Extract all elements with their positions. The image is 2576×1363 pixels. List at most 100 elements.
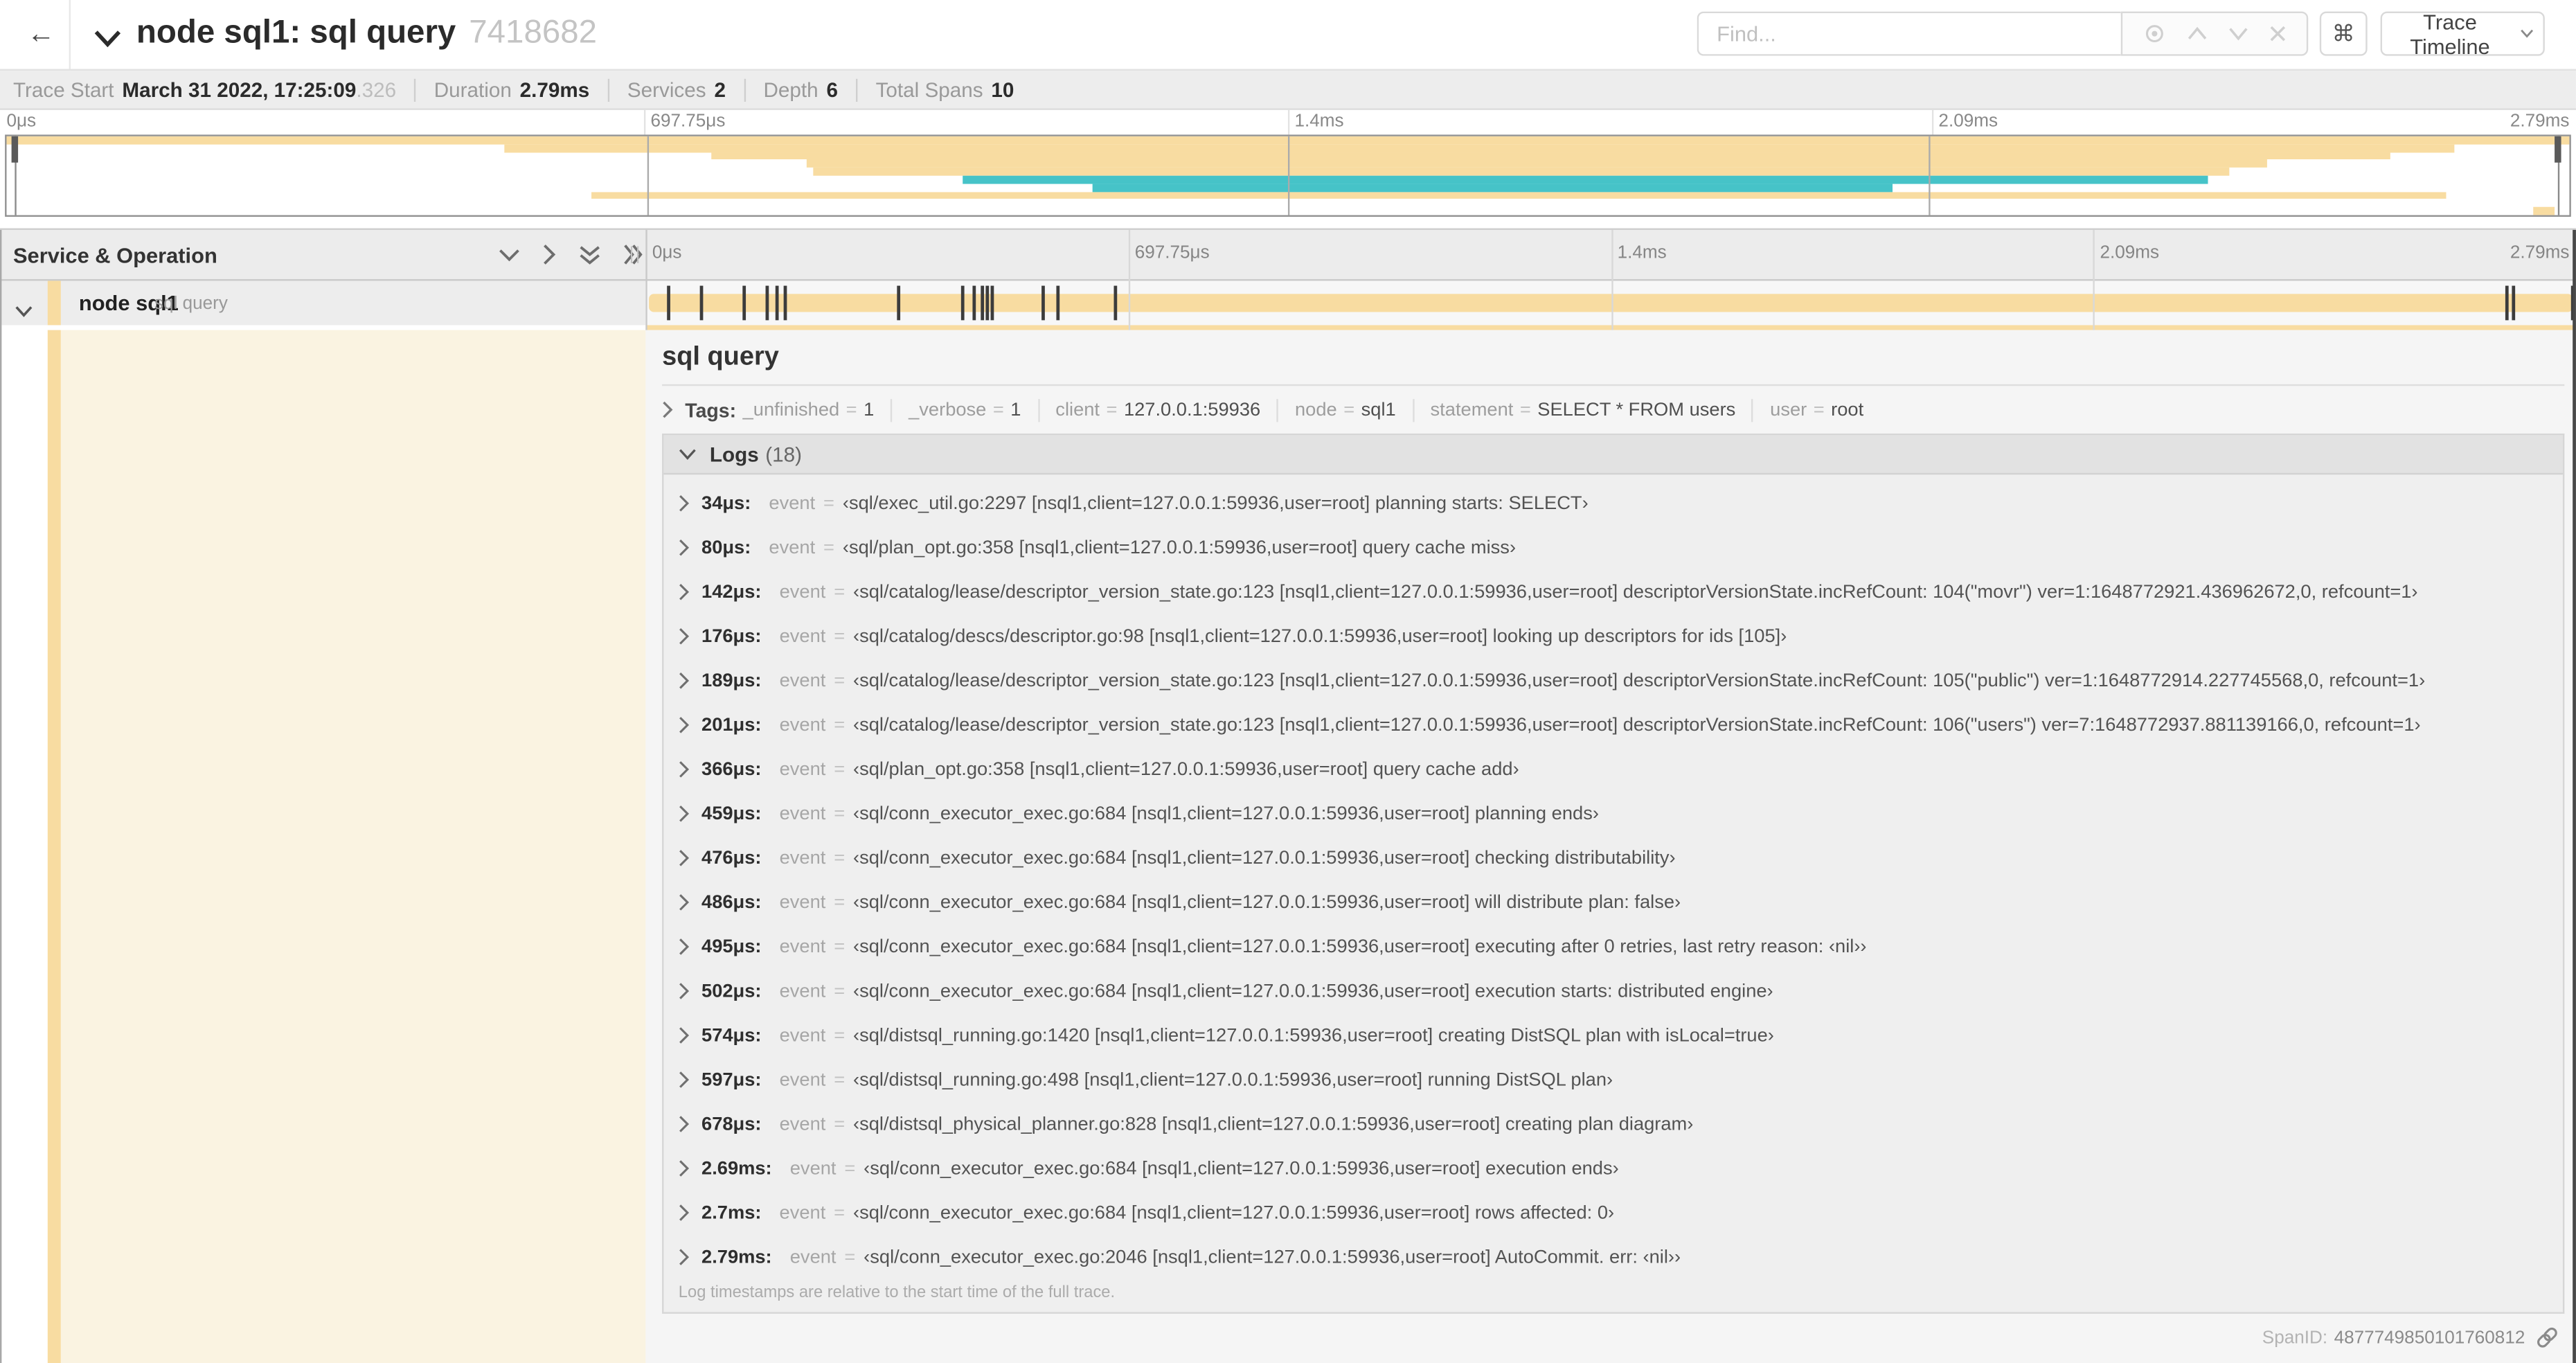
trace-view-selector-button[interactable]: Trace Timeline	[2380, 9, 2545, 58]
log-field-value: ‹sql/exec_util.go:2297 [nsql1,client=127…	[842, 493, 1589, 513]
log-row[interactable]: 2.69ms: event = ‹sql/conn_executor_exec.go:…	[663, 1146, 2562, 1191]
chevron-right-icon[interactable]	[679, 1026, 690, 1044]
chevron-right-icon[interactable]	[679, 1115, 690, 1133]
log-field-key: event	[779, 892, 826, 913]
log-field-equals: =	[834, 848, 846, 868]
log-marker[interactable]	[991, 285, 995, 321]
chevron-right-icon[interactable]	[679, 495, 690, 513]
log-field-equals: =	[834, 670, 846, 691]
span-collapse-chevron-icon[interactable]	[15, 297, 33, 327]
chevron-right-icon[interactable]	[679, 805, 690, 823]
log-row[interactable]: 80μs: event = ‹sql/plan_opt.go:358 [nsql1,c…	[663, 526, 2562, 570]
log-row[interactable]: 574μs: event = ‹sql/distsql_running.go:1420…	[663, 1013, 2562, 1058]
log-row[interactable]: 189μs: event = ‹sql/catalog/lease/descripto…	[663, 659, 2562, 703]
log-marker[interactable]	[2512, 285, 2516, 321]
log-marker[interactable]	[1057, 285, 1061, 321]
page-title: node sql1: sql query 7418682	[136, 15, 598, 51]
tag-key: statement	[1430, 400, 1514, 420]
log-marker[interactable]	[699, 285, 703, 321]
chevron-down-icon	[2520, 29, 2533, 38]
log-row[interactable]: 476μs: event = ‹sql/conn_executor_exec.go:6…	[663, 836, 2562, 880]
log-field-equals: =	[823, 493, 834, 513]
log-marker[interactable]	[897, 285, 901, 321]
locate-icon[interactable]	[2143, 21, 2167, 46]
log-row[interactable]: 495μs: event = ‹sql/conn_executor_exec.go:6…	[663, 925, 2562, 969]
log-marker[interactable]	[782, 285, 787, 321]
log-row[interactable]: 502μs: event = ‹sql/conn_executor_exec.go:6…	[663, 969, 2562, 1013]
chevron-right-icon[interactable]	[679, 938, 690, 956]
chevron-right-icon[interactable]	[679, 583, 690, 601]
log-field-equals: =	[834, 626, 846, 647]
log-row[interactable]: 597μs: event = ‹sql/distsql_running.go:498 …	[663, 1058, 2562, 1102]
chevron-down-icon[interactable]	[498, 247, 521, 262]
span-duration-bar[interactable]	[649, 294, 2573, 312]
minimap-canvas[interactable]	[6, 136, 2570, 215]
tag-item: _verbose = 1	[909, 400, 1021, 419]
log-marker[interactable]	[1113, 285, 1117, 321]
deep-link-icon[interactable]	[2535, 1325, 2560, 1350]
log-row[interactable]: 366μs: event = ‹sql/plan_opt.go:358 [nsql1,…	[663, 747, 2562, 792]
log-field-value: ‹sql/conn_executor_exec.go:684 [nsql1,cl…	[864, 1158, 1619, 1179]
log-row[interactable]: 486μs: event = ‹sql/conn_executor_exec.go:6…	[663, 880, 2562, 925]
find-prev-icon[interactable]	[2187, 26, 2208, 41]
chevron-right-icon[interactable]	[679, 627, 690, 645]
trace-header-chevron-down-icon[interactable]	[93, 26, 121, 56]
back-button[interactable]: ←	[21, 15, 61, 54]
span-id-value: 4877749850101760812	[2334, 1328, 2525, 1348]
log-row[interactable]: 678μs: event = ‹sql/distsql_physical_planne…	[663, 1102, 2562, 1146]
double-chevron-down-icon[interactable]	[578, 244, 601, 265]
span-timeline-cell[interactable]	[645, 280, 2576, 326]
log-row[interactable]: 176μs: event = ‹sql/catalog/descs/descripto…	[663, 614, 2562, 659]
tags-accordion-header[interactable]: Tags: _unfinished = 1 _verbose = 1 client = 127.…	[645, 394, 2576, 425]
log-row[interactable]: 2.79ms: event = ‹sql/conn_executor_exec.go:…	[663, 1235, 2562, 1279]
log-row[interactable]: 459μs: event = ‹sql/conn_executor_exec.go:6…	[663, 792, 2562, 836]
find-clear-icon[interactable]	[2269, 25, 2287, 43]
log-timestamp: 201μs:	[701, 715, 762, 736]
chevron-right-icon[interactable]	[679, 849, 690, 867]
chevron-right-icon[interactable]	[679, 1204, 690, 1222]
trace-minimap[interactable]	[5, 134, 2571, 217]
log-marker[interactable]	[2505, 285, 2509, 321]
log-marker[interactable]	[765, 285, 769, 321]
chevron-right-icon[interactable]	[679, 672, 690, 690]
logs-accordion-header[interactable]: Logs (18)	[663, 435, 2563, 475]
scrollbar[interactable]	[2573, 229, 2576, 1363]
chevron-right-icon[interactable]	[679, 716, 690, 734]
minimap-left-scrubber[interactable]	[11, 136, 19, 215]
chevron-right-icon[interactable]	[679, 760, 690, 778]
log-marker[interactable]	[742, 285, 746, 321]
log-marker[interactable]	[667, 285, 671, 321]
info-value: 6	[826, 78, 838, 101]
log-field-key: event	[779, 803, 826, 824]
find-next-icon[interactable]	[2228, 26, 2249, 41]
detail-operation-title: sql query	[662, 343, 779, 371]
log-marker[interactable]	[986, 285, 990, 321]
chevron-right-icon[interactable]	[679, 1248, 690, 1266]
log-row[interactable]: 142μs: event = ‹sql/catalog/lease/descripto…	[663, 570, 2562, 614]
keyboard-shortcuts-button[interactable]: ⌘	[2319, 11, 2368, 56]
log-marker[interactable]	[1041, 285, 1045, 321]
chevron-right-icon[interactable]	[542, 243, 557, 266]
log-marker[interactable]	[774, 285, 778, 321]
span-name-cell[interactable]: node sql1 sql query	[0, 280, 646, 327]
logs-accordion: Logs (18) 34μs: event = ‹sql/exec_util.go:2…	[662, 433, 2565, 1314]
chevron-right-icon[interactable]	[679, 1071, 690, 1089]
find-input[interactable]	[1697, 11, 2121, 56]
log-marker[interactable]	[961, 285, 965, 321]
span-tree-offset-column	[0, 330, 646, 1363]
log-row[interactable]: 201μs: event = ‹sql/catalog/lease/descripto…	[663, 703, 2562, 747]
log-row[interactable]: 2.7ms: event = ‹sql/conn_executor_exec.go:6…	[663, 1191, 2562, 1235]
tag-value: root	[1831, 400, 1864, 420]
minimap-right-scrubber[interactable]	[2555, 136, 2561, 215]
log-marker[interactable]	[973, 285, 977, 321]
log-field-key: event	[779, 1069, 826, 1090]
column-resizer-grip[interactable]: ||	[629, 244, 642, 264]
log-field-equals: =	[834, 582, 846, 603]
chevron-right-icon[interactable]	[679, 539, 690, 557]
log-marker[interactable]	[980, 285, 984, 321]
logs-count: (18)	[765, 443, 802, 466]
chevron-right-icon[interactable]	[679, 893, 690, 911]
log-row[interactable]: 34μs: event = ‹sql/exec_util.go:2297 [nsql1…	[663, 481, 2562, 526]
chevron-right-icon[interactable]	[679, 982, 690, 1000]
chevron-right-icon[interactable]	[679, 1159, 690, 1177]
